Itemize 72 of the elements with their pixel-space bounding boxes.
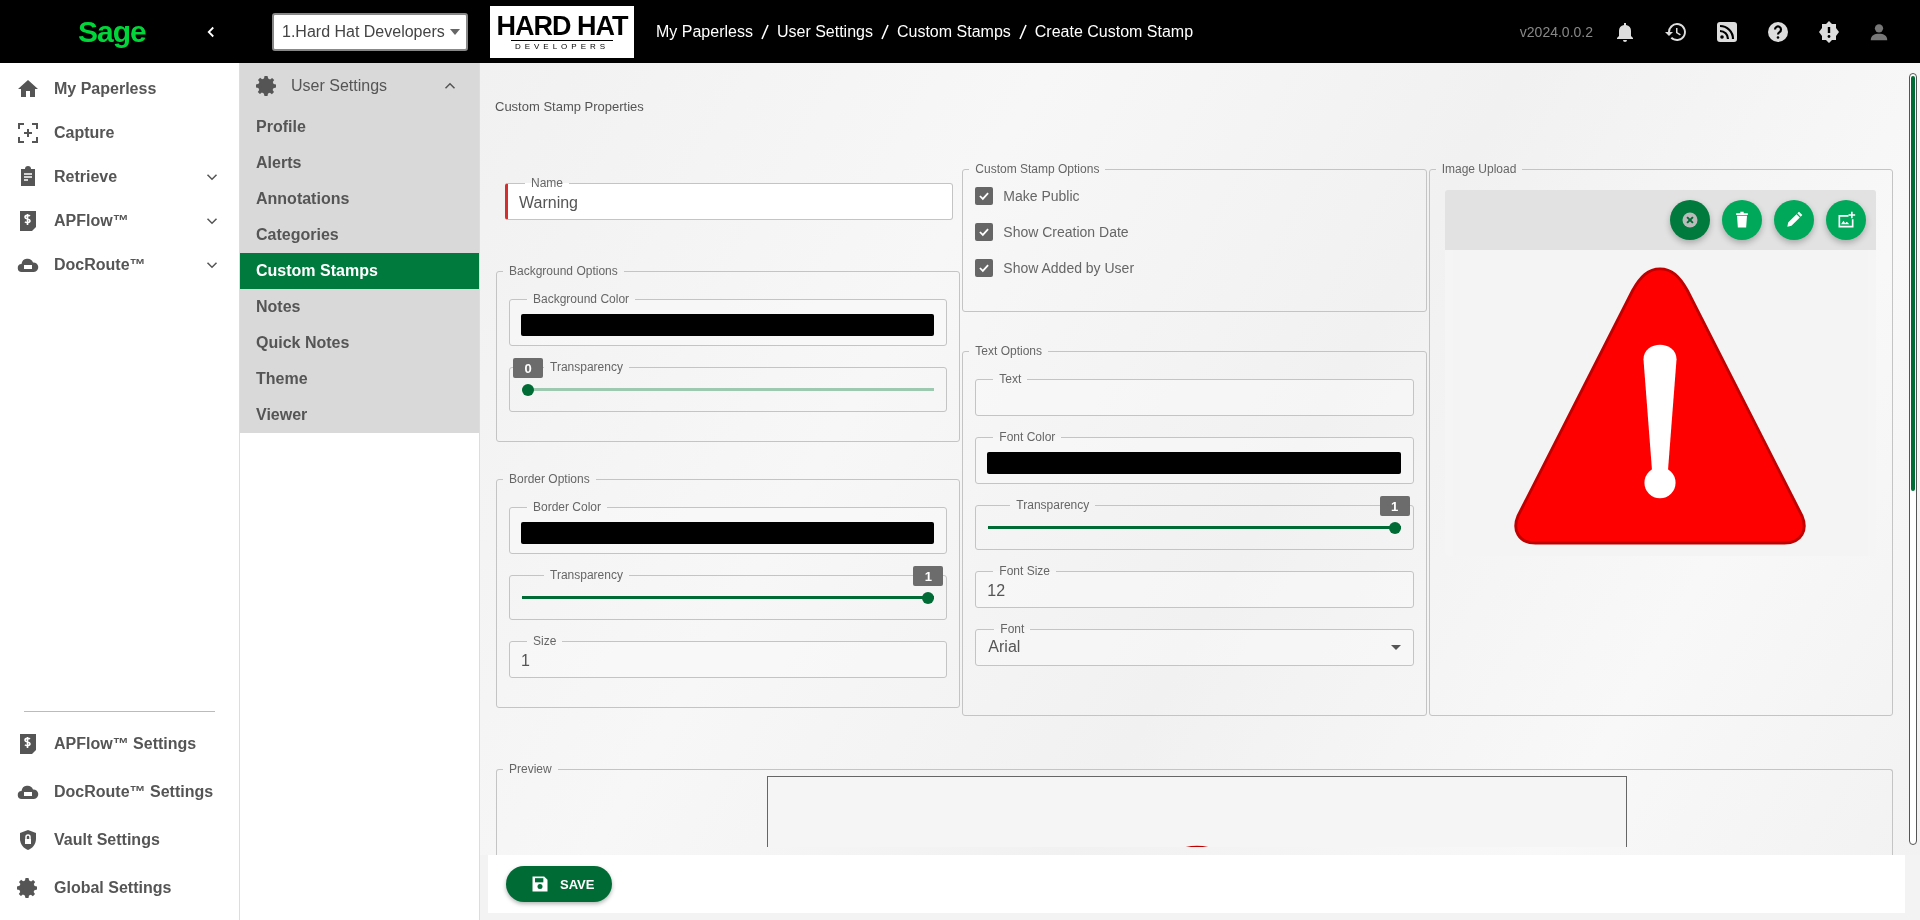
- value-tooltip: 1: [1379, 496, 1410, 516]
- section-legend: Custom Stamp Options: [975, 162, 1100, 176]
- nav-item[interactable]: APFlow™: [0, 199, 239, 243]
- nav-item[interactable]: DocRoute™ Settings: [0, 768, 239, 816]
- checkbox-label[interactable]: Make Public: [1003, 188, 1080, 204]
- nav-item[interactable]: Vault Settings: [0, 816, 239, 864]
- nav-item[interactable]: APFlow™ Settings: [0, 720, 239, 768]
- subnav-item[interactable]: Quick Notes: [240, 325, 479, 361]
- edit-icon: [1784, 210, 1804, 230]
- field-label: Background Color: [533, 292, 630, 306]
- edit-button[interactable]: [1774, 200, 1814, 240]
- dropdown-caret-icon: [1390, 644, 1401, 650]
- alert-badge-icon[interactable]: [1817, 19, 1841, 44]
- company-logo: HARD HAT DEVELOPERS: [488, 3, 636, 60]
- dropdown-caret-icon: [450, 28, 460, 35]
- add-image-button[interactable]: [1826, 200, 1866, 240]
- section-header[interactable]: User Settings: [240, 63, 479, 109]
- checkbox-label[interactable]: Show Creation Date: [1003, 224, 1129, 240]
- subnav-item[interactable]: Custom Stamps: [240, 253, 479, 289]
- sage-logo: Sage: [78, 14, 146, 49]
- checkbox[interactable]: [975, 223, 994, 241]
- clear-icon: [1680, 210, 1700, 230]
- delete-button[interactable]: [1722, 200, 1762, 240]
- field-label: Transparency: [550, 360, 623, 374]
- company-select[interactable]: 1.Hard Hat Developers: [272, 12, 468, 51]
- nav-item[interactable]: Global Settings: [0, 864, 239, 912]
- slash-icon: [760, 23, 769, 40]
- subnav-item[interactable]: Annotations: [240, 181, 479, 217]
- subnav-item[interactable]: Profile: [240, 109, 479, 145]
- subnav-item[interactable]: Categories: [240, 217, 479, 253]
- scrollbar[interactable]: [1909, 73, 1917, 845]
- section-legend: Image Upload: [1441, 162, 1517, 176]
- field-label: Transparency: [1016, 498, 1090, 512]
- gear-icon: [16, 876, 40, 900]
- subnav-item[interactable]: Theme: [240, 361, 479, 397]
- subnav-item[interactable]: Viewer: [240, 397, 479, 433]
- checkbox[interactable]: [975, 187, 994, 205]
- gear-icon: [255, 74, 279, 98]
- nav-item[interactable]: Retrieve: [0, 155, 239, 199]
- field-label: Font Color: [999, 430, 1056, 444]
- section-legend: Border Options: [509, 472, 590, 486]
- capture-icon: [16, 121, 40, 145]
- nav-item[interactable]: My Paperless: [0, 67, 239, 111]
- rss-icon[interactable]: [1715, 19, 1739, 44]
- subnav-item[interactable]: Alerts: [240, 145, 479, 181]
- section-legend: Text Options: [975, 344, 1043, 358]
- subnav-item[interactable]: Notes: [240, 289, 479, 325]
- breadcrumb-link[interactable]: Custom Stamps: [896, 22, 1011, 41]
- save-button[interactable]: SAVE: [506, 866, 613, 902]
- nav-item[interactable]: Capture: [0, 111, 239, 155]
- slash-icon: [1018, 23, 1027, 40]
- slash-icon: [880, 23, 889, 40]
- slider-thumb[interactable]: [522, 384, 534, 396]
- page-title: Custom Stamp Properties: [495, 99, 645, 114]
- clear-button[interactable]: [1670, 200, 1710, 240]
- section-legend: Preview: [509, 762, 552, 776]
- section-legend: Background Options: [509, 264, 618, 278]
- version-label: v2024.0.0.2: [1519, 23, 1593, 40]
- checkbox[interactable]: [975, 259, 994, 277]
- add-image-icon: [1836, 210, 1856, 230]
- breadcrumb-link[interactable]: User Settings: [776, 22, 873, 41]
- breadcrumb-link[interactable]: My Paperless: [656, 22, 753, 41]
- checkbox-label[interactable]: Show Added by User: [1003, 260, 1135, 276]
- help-icon[interactable]: [1766, 19, 1790, 44]
- slider-thumb[interactable]: [1388, 522, 1401, 534]
- input-field[interactable]: Name Warning: [505, 176, 954, 220]
- nav-item[interactable]: DocRoute™: [0, 243, 239, 287]
- field-label: Border Color: [533, 500, 602, 514]
- value-tooltip: 1: [913, 566, 944, 586]
- value-tooltip: 0: [513, 358, 543, 378]
- slider-thumb[interactable]: [922, 592, 935, 604]
- field-label: Transparency: [550, 568, 623, 582]
